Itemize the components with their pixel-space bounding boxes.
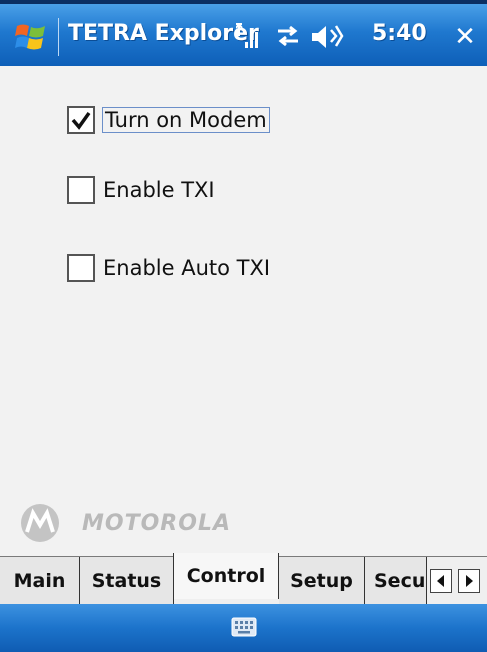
enable-auto-txi-checkbox[interactable]: Enable Auto TXI [67, 250, 270, 286]
tab-control[interactable]: Control [173, 553, 279, 599]
clock[interactable]: 5:40 [372, 21, 427, 46]
app-title: TETRA Explorer [68, 21, 259, 46]
turn-on-modem-checkbox[interactable]: Turn on Modem [67, 102, 270, 138]
tab-bar: Main Status Control Setup Secu [0, 553, 487, 605]
tab-status[interactable]: Status [80, 557, 174, 605]
checkbox-box[interactable] [67, 254, 95, 282]
tab-scroll-right-icon[interactable] [458, 569, 480, 593]
checkbox-box[interactable] [67, 106, 95, 134]
logo-wordmark: MOTOROLA [82, 510, 231, 536]
keyboard-icon[interactable] [231, 616, 257, 638]
tab-main[interactable]: Main [0, 557, 80, 605]
tab-scroll-left-icon[interactable] [430, 569, 452, 593]
tab-security[interactable]: Secu [365, 557, 427, 605]
checkbox-label[interactable]: Enable TXI [103, 178, 215, 202]
tab-setup[interactable]: Setup [279, 557, 365, 605]
title-bar: TETRA Explorer 5:40 ✕ [0, 0, 487, 66]
motorola-logo: MOTOROLA [20, 503, 231, 543]
enable-txi-checkbox[interactable]: Enable TXI [67, 172, 215, 208]
speaker-icon[interactable] [310, 22, 344, 52]
signal-strength-icon[interactable] [236, 22, 262, 52]
connectivity-icon[interactable] [274, 22, 302, 50]
checkmark-icon [71, 111, 91, 130]
motorola-batwing-icon [21, 504, 59, 542]
close-icon[interactable]: ✕ [451, 22, 479, 52]
checkbox-label[interactable]: Enable Auto TXI [103, 256, 270, 280]
checkbox-box[interactable] [67, 176, 95, 204]
menu-bar [0, 604, 487, 652]
windows-flag-icon[interactable] [14, 20, 48, 54]
title-separator [58, 18, 59, 56]
checkbox-label[interactable]: Turn on Modem [102, 107, 270, 133]
